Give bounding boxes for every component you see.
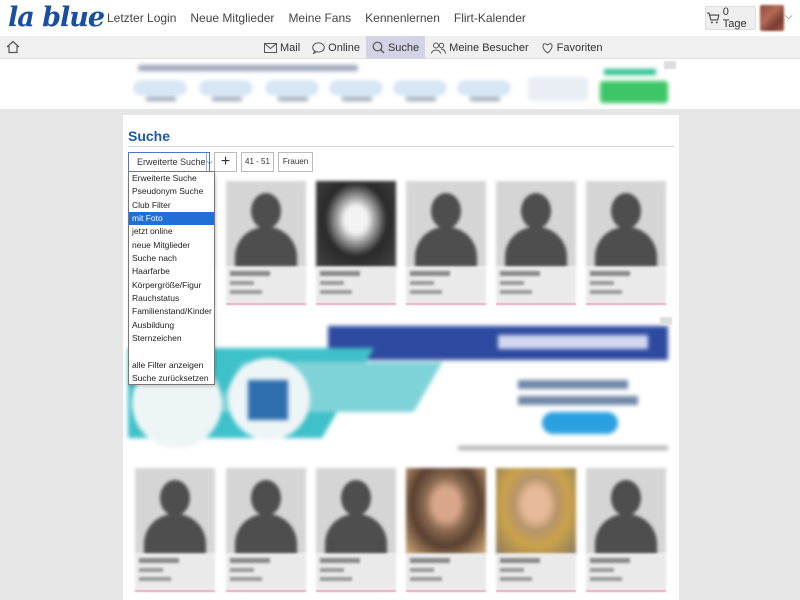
chevron-down-icon[interactable]: ⌵ bbox=[785, 11, 793, 22]
dropdown-option[interactable]: Ausbildung bbox=[129, 319, 214, 332]
dropdown-separator bbox=[129, 345, 214, 358]
dropdown-option[interactable]: neue Mitglieder bbox=[129, 239, 214, 252]
search-type-dropdown: Erweiterte Suche Pseudonym Suche Club Fi… bbox=[128, 171, 215, 385]
tab-online[interactable]: Online bbox=[306, 36, 366, 59]
dropdown-option-selected[interactable]: mit Foto bbox=[129, 212, 214, 226]
dropdown-option[interactable]: Haarfarbe bbox=[129, 265, 214, 278]
basket-icon bbox=[706, 12, 720, 24]
search-icon bbox=[372, 41, 385, 54]
age-range-button[interactable]: 41 - 51 bbox=[241, 152, 274, 172]
profile-card[interactable] bbox=[316, 468, 396, 592]
dropdown-option[interactable]: Pseudonym Suche bbox=[129, 185, 214, 198]
tab-online-label: Online bbox=[328, 41, 360, 54]
tab-meine-besucher[interactable]: Meine Besucher bbox=[425, 36, 535, 59]
profile-photo-placeholder bbox=[496, 181, 576, 267]
top-nav: Letzter Login Neue Mitglieder Meine Fans… bbox=[100, 0, 533, 36]
dropdown-option[interactable]: Körpergröße/Figur bbox=[129, 279, 214, 292]
profile-card[interactable] bbox=[496, 468, 576, 592]
profile-card[interactable] bbox=[496, 181, 576, 305]
ad-banner[interactable] bbox=[0, 59, 800, 109]
profile-card[interactable] bbox=[226, 468, 306, 592]
profile-meta bbox=[316, 267, 396, 303]
mid-ad-headline bbox=[498, 335, 648, 349]
dropdown-option[interactable]: Erweiterte Suche bbox=[129, 172, 214, 185]
avatar[interactable] bbox=[760, 5, 784, 31]
profile-photo-placeholder bbox=[135, 468, 215, 554]
profile-photo-placeholder bbox=[586, 181, 666, 267]
search-type-value: Erweiterte Suche bbox=[137, 157, 206, 167]
profile-photo-placeholder bbox=[226, 181, 306, 267]
dropdown-option[interactable]: Suche zurücksetzen bbox=[129, 372, 214, 385]
dropdown-option[interactable]: Suche nach bbox=[129, 252, 214, 265]
profile-meta bbox=[586, 267, 666, 303]
nav-neue-mitglieder[interactable]: Neue Mitglieder bbox=[190, 11, 274, 25]
profile-meta bbox=[496, 554, 576, 590]
profile-card[interactable] bbox=[316, 181, 396, 305]
nav-flirt-kalender[interactable]: Flirt-Kalender bbox=[454, 11, 526, 25]
profile-meta bbox=[496, 267, 576, 303]
sub-nav-bar: Mail Online Suche Meine Besucher Favorit… bbox=[0, 36, 800, 59]
tab-mail-label: Mail bbox=[280, 41, 301, 54]
dropdown-option[interactable]: Sternzeichen bbox=[129, 332, 214, 345]
dropdown-option[interactable]: Rauchstatus bbox=[129, 292, 214, 305]
profile-card[interactable] bbox=[586, 468, 666, 592]
top-bar: la blue Letzter Login Neue Mitglieder Me… bbox=[0, 0, 800, 36]
profile-meta bbox=[226, 554, 306, 590]
profile-meta bbox=[406, 267, 486, 303]
profile-photo-placeholder bbox=[586, 468, 666, 554]
profile-photo bbox=[496, 468, 576, 554]
tab-suche[interactable]: Suche bbox=[365, 36, 426, 59]
chat-bubble-icon bbox=[312, 41, 325, 54]
profile-card[interactable] bbox=[226, 181, 306, 305]
gender-button[interactable]: Frauen bbox=[278, 152, 313, 172]
add-filter-button[interactable]: + bbox=[214, 152, 237, 172]
profile-photo bbox=[406, 468, 486, 554]
nav-meine-fans[interactable]: Meine Fans bbox=[288, 11, 351, 25]
heart-icon bbox=[542, 42, 553, 54]
tab-mail[interactable]: Mail bbox=[258, 36, 306, 59]
days-label: 0 Tage bbox=[722, 6, 747, 30]
page-title: Suche bbox=[128, 128, 171, 144]
days-button[interactable]: 0 Tage bbox=[705, 6, 756, 30]
sub-nav: Mail Online Suche Meine Besucher Favorit… bbox=[258, 36, 609, 59]
profile-photo bbox=[316, 181, 396, 267]
profile-photo-placeholder bbox=[406, 181, 486, 267]
visitors-icon bbox=[431, 42, 447, 54]
dropdown-option[interactable]: Club Filter bbox=[129, 199, 214, 212]
profile-meta bbox=[586, 554, 666, 590]
tab-suche-label: Suche bbox=[387, 41, 420, 54]
search-type-select[interactable]: Erweiterte Suche ⌵ bbox=[128, 152, 213, 172]
chevron-down-icon: ⌵ bbox=[205, 153, 213, 171]
site-logo[interactable]: la blue bbox=[8, 2, 105, 33]
profile-card[interactable] bbox=[406, 181, 486, 305]
home-icon[interactable] bbox=[6, 40, 20, 54]
ad-banner-content bbox=[132, 61, 672, 107]
dropdown-option[interactable]: alle Filter anzeigen bbox=[129, 359, 214, 372]
tab-favoriten-label: Favoriten bbox=[556, 41, 603, 54]
divider bbox=[128, 146, 674, 147]
profile-photo-placeholder bbox=[316, 468, 396, 554]
nav-letzter-login[interactable]: Letzter Login bbox=[107, 11, 176, 25]
profile-meta bbox=[135, 554, 215, 590]
profile-meta bbox=[316, 554, 396, 590]
search-controls: Erweiterte Suche ⌵ + 41 - 51 Frauen bbox=[128, 152, 313, 172]
profile-card[interactable] bbox=[135, 468, 215, 592]
tab-favoriten[interactable]: Favoriten bbox=[535, 36, 609, 59]
profile-photo-placeholder bbox=[226, 468, 306, 554]
nav-kennenlernen[interactable]: Kennenlernen bbox=[365, 11, 440, 25]
dropdown-option[interactable]: jetzt online bbox=[129, 225, 214, 238]
profile-meta bbox=[226, 267, 306, 303]
profile-meta bbox=[406, 554, 486, 590]
mail-icon bbox=[264, 42, 277, 53]
ad-close-icon[interactable] bbox=[664, 61, 676, 69]
profile-card[interactable] bbox=[406, 468, 486, 592]
profile-card[interactable] bbox=[586, 181, 666, 305]
ad-close-icon[interactable] bbox=[660, 317, 672, 325]
dropdown-option[interactable]: Familienstand/Kinder bbox=[129, 305, 214, 318]
tab-meine-besucher-label: Meine Besucher bbox=[449, 41, 529, 54]
